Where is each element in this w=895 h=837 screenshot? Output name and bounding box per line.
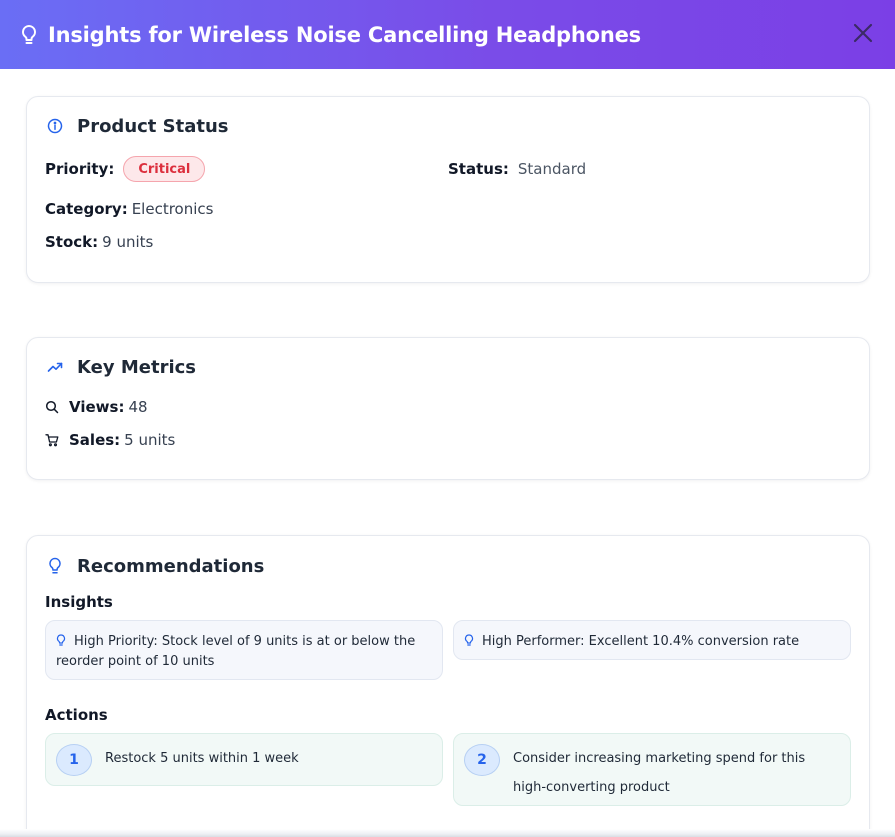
scroll-edge — [0, 829, 895, 837]
product-status-title: Product Status — [77, 115, 229, 137]
stock-field: Stock: 9 units — [45, 232, 851, 252]
close-icon — [852, 22, 874, 47]
lightbulb-icon — [20, 24, 38, 46]
priority-badge: Critical — [123, 156, 206, 182]
info-icon — [45, 116, 65, 136]
priority-field: Priority: Critical — [45, 156, 448, 182]
sales-label: Sales: — [69, 431, 121, 449]
sales-value: 5 units — [124, 431, 176, 449]
insight-text: High Priority: Stock level of 9 units is… — [56, 634, 416, 669]
recommendations-heading: Recommendations — [45, 555, 851, 577]
actions-heading: Actions — [45, 706, 108, 724]
views-metric: Views: 48 — [45, 397, 851, 417]
category-value: Electronics — [131, 200, 214, 218]
lightbulb-icon — [56, 633, 66, 646]
stock-label: Stock: — [45, 233, 99, 251]
category-label: Category: — [45, 200, 128, 218]
priority-label: Priority: — [45, 160, 115, 178]
insight-text: High Performer: Excellent 10.4% conversi… — [482, 634, 800, 649]
views-label: Views: — [69, 398, 125, 416]
product-status-card: Product Status Priority: Critical Status… — [26, 96, 870, 283]
action-number: 2 — [464, 744, 500, 776]
insight-item: High Priority: Stock level of 9 units is… — [45, 620, 443, 680]
status-label: Status: — [448, 160, 509, 178]
recommendations-title: Recommendations — [77, 555, 265, 577]
key-metrics-title: Key Metrics — [77, 356, 196, 378]
modal-title: Insights for Wireless Noise Cancelling H… — [48, 22, 641, 47]
action-text: Restock 5 units within 1 week — [105, 751, 299, 766]
insights-heading: Insights — [45, 593, 113, 611]
close-button[interactable] — [849, 21, 877, 49]
action-number: 1 — [56, 744, 92, 776]
views-value: 48 — [128, 398, 148, 416]
key-metrics-card: Key Metrics Views: 48 Sales: 5 units — [26, 337, 870, 480]
action-item: 2 Consider increasing marketing spend fo… — [453, 733, 851, 806]
key-metrics-heading: Key Metrics — [45, 356, 851, 378]
status-value: Standard — [517, 160, 587, 178]
stock-value: 9 units — [102, 233, 154, 251]
sales-metric: Sales: 5 units — [45, 430, 851, 450]
action-item: 1 Restock 5 units within 1 week — [45, 733, 443, 786]
category-field: Category: Electronics — [45, 199, 851, 219]
lightbulb-icon — [45, 556, 65, 576]
modal-body: Product Status Priority: Critical Status… — [0, 69, 895, 837]
insights-list: High Priority: Stock level of 9 units is… — [45, 620, 851, 680]
status-grid: Priority: Critical Status: Standard — [45, 156, 851, 182]
recommendations-card: Recommendations Insights High Priority: … — [26, 535, 870, 837]
product-status-heading: Product Status — [45, 115, 851, 137]
status-field: Status: Standard — [448, 156, 851, 182]
shopping-cart-icon — [45, 433, 59, 447]
modal-header: Insights for Wireless Noise Cancelling H… — [0, 0, 895, 69]
trending-up-icon — [45, 357, 65, 377]
insights-modal: Insights for Wireless Noise Cancelling H… — [0, 0, 895, 837]
actions-list: 1 Restock 5 units within 1 week 2 Consid… — [45, 733, 851, 806]
search-icon — [45, 400, 59, 414]
insight-item: High Performer: Excellent 10.4% conversi… — [453, 620, 851, 660]
action-text: Consider increasing marketing spend for … — [513, 751, 806, 795]
lightbulb-icon — [464, 633, 474, 646]
